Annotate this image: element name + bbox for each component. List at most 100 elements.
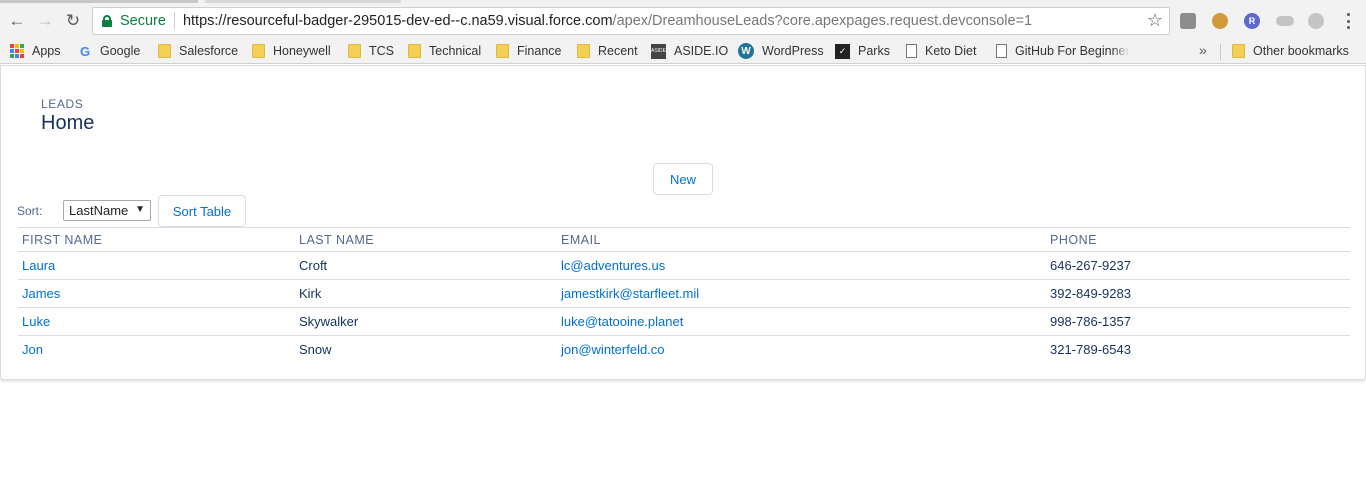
url-host: https://resourceful-badger-295015-dev-ed…: [182, 13, 613, 29]
bookmarks-divider: [1220, 44, 1221, 60]
page-kicker: LEADS: [41, 97, 84, 111]
back-arrow-icon[interactable]: ←: [6, 10, 28, 32]
folder-icon: [158, 44, 171, 58]
first-name-link[interactable]: Luke: [22, 314, 50, 329]
bookmark-label: WordPress: [762, 44, 824, 58]
bookmark-label: Finance: [517, 44, 562, 58]
bookmark-label: GitHub For Beginner: [1015, 44, 1130, 58]
bookmark-honeywell[interactable]: Honeywell: [252, 42, 331, 60]
sort-select-value: LastName: [69, 203, 129, 218]
header-first-name: FIRST NAME: [18, 227, 295, 252]
cell-first-name: Laura: [18, 251, 295, 280]
leads-table: FIRST NAME LAST NAME EMAIL PHONE Laura C…: [18, 227, 1350, 364]
cell-email: jon@winterfeld.co: [557, 336, 1046, 364]
bookmark-label: Honeywell: [273, 44, 331, 58]
reload-icon[interactable]: ↻: [62, 10, 84, 32]
forward-arrow-icon[interactable]: →: [34, 10, 56, 32]
cookie-icon[interactable]: [1212, 13, 1228, 29]
table-row: Laura Croft lc@adventures.us 646-267-923…: [18, 251, 1350, 280]
toggle-extension-icon[interactable]: [1308, 13, 1324, 29]
more-bookmarks-chevron-icon[interactable]: »: [1199, 42, 1207, 58]
bookmark-aside[interactable]: ASIDE ASIDE.IO: [651, 42, 728, 60]
sort-table-button[interactable]: Sort Table: [158, 195, 246, 227]
bookmark-recent[interactable]: Recent: [577, 42, 638, 60]
folder-icon: [577, 44, 590, 58]
active-tab-edge[interactable]: [0, 0, 198, 3]
browser-menu-icon[interactable]: [1340, 12, 1356, 30]
bookmark-wordpress[interactable]: W WordPress: [738, 42, 824, 60]
bookmark-label: Recent: [598, 44, 638, 58]
generic-extension-icon[interactable]: [1180, 13, 1196, 29]
apps-grid-icon: [10, 44, 24, 58]
bookmark-label: Keto Diet: [925, 44, 977, 58]
cell-last-name: Skywalker: [295, 307, 557, 336]
cloud-icon[interactable]: [1276, 16, 1294, 26]
inactive-tab-edge[interactable]: [205, 0, 401, 3]
parks-icon: ✓: [835, 43, 850, 59]
cell-email: jamestkirk@starfleet.mil: [557, 279, 1046, 308]
cell-last-name: Kirk: [295, 279, 557, 308]
cell-first-name: Jon: [18, 336, 295, 364]
bookmark-label: Salesforce: [179, 44, 239, 58]
email-link[interactable]: jamestkirk@starfleet.mil: [561, 286, 699, 301]
bookmark-salesforce[interactable]: Salesforce: [158, 42, 238, 60]
new-button[interactable]: New: [653, 163, 713, 195]
r-extension-icon[interactable]: R: [1244, 13, 1260, 29]
bookmarks-bar: Apps G Google Salesforce Honeywell TCS T…: [0, 38, 1366, 64]
bookmark-keto-diet[interactable]: Keto Diet: [906, 42, 976, 60]
table-row: Jon Snow jon@winterfeld.co 321-789-6543: [18, 336, 1350, 364]
bookmark-apps[interactable]: Apps: [10, 42, 61, 60]
folder-icon: [496, 44, 509, 58]
header-email: EMAIL: [557, 227, 1046, 252]
cell-phone: 998-786-1357: [1046, 307, 1350, 336]
folder-icon: [408, 44, 421, 58]
header-last-name: LAST NAME: [295, 227, 557, 252]
first-name-link[interactable]: Jon: [22, 342, 43, 357]
sort-select[interactable]: LastName ▼: [63, 200, 151, 221]
email-link[interactable]: lc@adventures.us: [561, 258, 665, 273]
page-card: LEADS Home New Sort: LastName ▼ Sort Tab…: [0, 65, 1366, 380]
bookmark-parks[interactable]: ✓ Parks: [835, 42, 890, 60]
header-phone: PHONE: [1046, 227, 1350, 252]
first-name-link[interactable]: Laura: [22, 258, 55, 273]
cell-last-name: Croft: [295, 251, 557, 280]
bookmark-other-label: Other bookmarks: [1253, 44, 1349, 58]
google-icon: G: [79, 44, 91, 59]
url-path: /apex/DreamhouseLeads?core.apexpages.req…: [612, 13, 1033, 29]
table-row: Luke Skywalker luke@tatooine.planet 998-…: [18, 307, 1350, 336]
browser-toolbar: ← → ↻ Secure https://resourceful-badger-…: [0, 4, 1366, 38]
bookmark-github[interactable]: GitHub For Beginner: [996, 42, 1130, 60]
cell-email: lc@adventures.us: [557, 251, 1046, 280]
table-header-row: FIRST NAME LAST NAME EMAIL PHONE: [18, 227, 1350, 252]
bookmark-label: Parks: [858, 44, 890, 58]
wordpress-icon: W: [738, 43, 754, 59]
omnibox-divider: [173, 12, 175, 30]
bookmark-technical[interactable]: Technical: [408, 42, 481, 60]
folder-icon: [348, 44, 361, 58]
bookmark-other[interactable]: Other bookmarks: [1232, 42, 1349, 60]
dropdown-caret-icon: ▼: [135, 204, 145, 215]
table-row: James Kirk jamestkirk@starfleet.mil 392-…: [18, 279, 1350, 308]
cell-last-name: Snow: [299, 342, 332, 358]
bookmark-label: ASIDE.IO: [674, 44, 729, 58]
bookmark-google[interactable]: G Google: [78, 42, 140, 60]
bookmark-finance[interactable]: Finance: [496, 42, 561, 60]
bookmark-star-icon[interactable]: ☆: [1147, 10, 1163, 31]
first-name-link[interactable]: James: [22, 286, 60, 301]
cell-phone: 321-789-6543: [1050, 342, 1131, 358]
secure-label: Secure: [120, 13, 166, 29]
sort-label: Sort:: [17, 204, 43, 218]
address-bar[interactable]: Secure https://resourceful-badger-295015…: [92, 7, 1170, 35]
bookmark-google-label: Google: [100, 44, 141, 58]
cell-phone: 646-267-9237: [1046, 251, 1350, 280]
email-link[interactable]: jon@winterfeld.co: [561, 342, 665, 357]
bookmark-label: Technical: [429, 44, 482, 58]
page-icon: [906, 44, 917, 58]
bookmark-tcs[interactable]: TCS: [348, 42, 394, 60]
folder-icon: [252, 44, 265, 58]
cell-email: luke@tatooine.planet: [557, 307, 1046, 336]
email-link[interactable]: luke@tatooine.planet: [561, 314, 683, 329]
cell-first-name: Luke: [18, 307, 295, 336]
cell-phone: 392-849-9283: [1046, 279, 1350, 308]
bookmark-apps-label: Apps: [32, 44, 61, 58]
